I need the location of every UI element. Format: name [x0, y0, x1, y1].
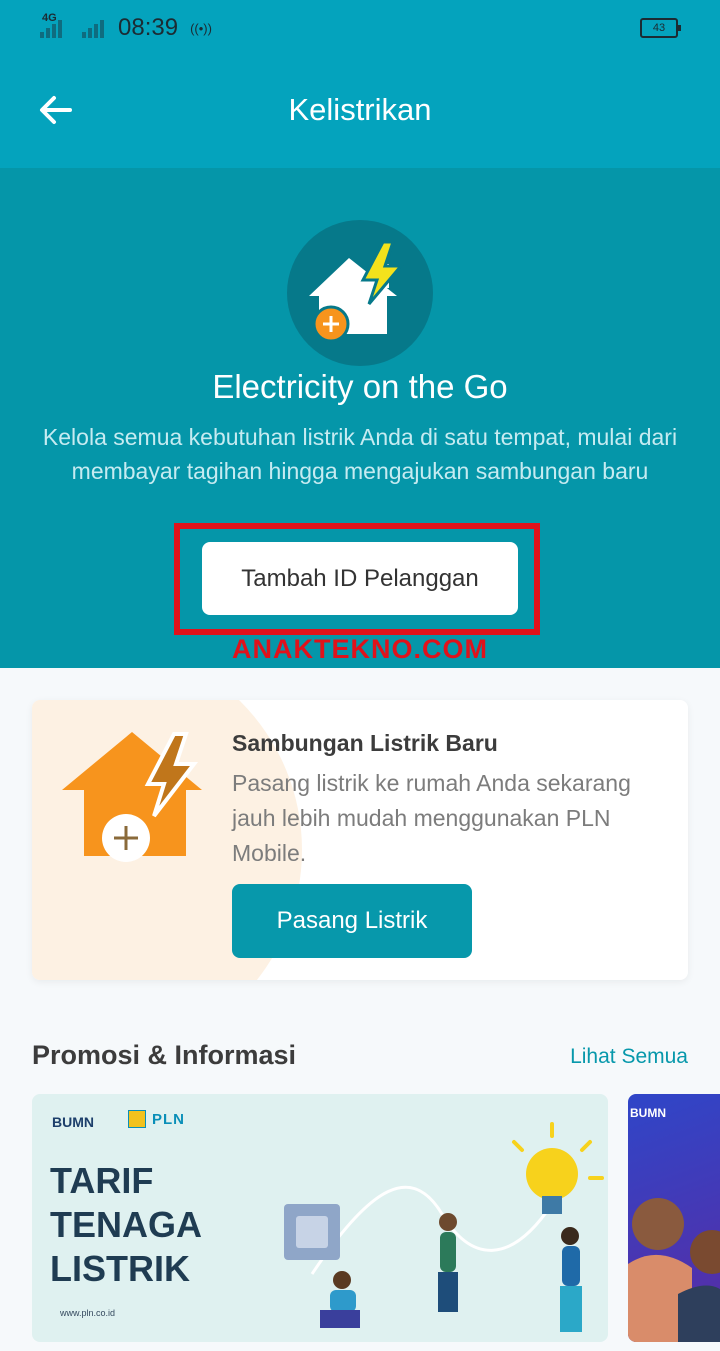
promo-line-3: LISTRIK	[50, 1248, 190, 1289]
signal-2-icon	[82, 18, 104, 38]
hero-title: Electricity on the Go	[212, 368, 508, 405]
bumn-logo: BUMN	[52, 1114, 94, 1130]
pln-logo: PLN	[128, 1110, 185, 1128]
app-bar: Kelistrikan	[0, 56, 720, 168]
promo-url: www.pln.co.id	[60, 1308, 116, 1318]
hero-description: Kelola semua kebutuhan listrik Anda di s…	[42, 424, 678, 484]
card-title: Sambungan Listrik Baru	[232, 730, 498, 756]
signal-icon: 4G	[40, 12, 62, 38]
hero-section: Electricity on the Go Kelola semua kebut…	[0, 168, 720, 668]
page-title: Kelistrikan	[288, 92, 432, 127]
battery-icon: 43	[640, 18, 681, 38]
status-bar: 4G 08:39 ((•)) 43	[0, 0, 720, 56]
promo-section-title: Promosi & Informasi	[32, 1040, 297, 1070]
promo-banner-2[interactable]: BUMN	[628, 1094, 720, 1342]
add-customer-id-button[interactable]: Tambah ID Pelanggan	[202, 542, 518, 615]
promo-banner-tariff[interactable]: BUMN PLN TARIF TENAGA LISTRIK www.pln.co…	[32, 1094, 608, 1342]
card-description: Pasang listrik ke rumah Anda sekarang ja…	[232, 770, 631, 866]
status-left: 4G 08:39 ((•))	[40, 12, 212, 42]
promo-illustration	[252, 1104, 608, 1342]
new-connection-card: Sambungan Listrik Baru Pasang listrik ke…	[32, 700, 688, 980]
house-plus-icon	[62, 730, 242, 870]
bumn-logo-2: BUMN	[630, 1106, 666, 1120]
clock: 08:39	[118, 14, 179, 41]
promo-line-2: TENAGA	[50, 1204, 202, 1245]
network-type-label: 4G	[42, 12, 57, 24]
promo-photo	[628, 1184, 720, 1342]
house-electric-icon	[287, 220, 433, 366]
watermark-text: ANAKTEKNO.COM	[232, 634, 488, 664]
pln-logo-text: PLN	[152, 1110, 185, 1128]
see-all-link[interactable]: Lihat Semua	[570, 1045, 688, 1069]
pln-logo-icon	[128, 1110, 146, 1128]
hotspot-icon: ((•))	[190, 20, 212, 36]
install-electricity-button[interactable]: Pasang Listrik	[232, 884, 472, 958]
promo-line-1: TARIF	[50, 1160, 154, 1201]
